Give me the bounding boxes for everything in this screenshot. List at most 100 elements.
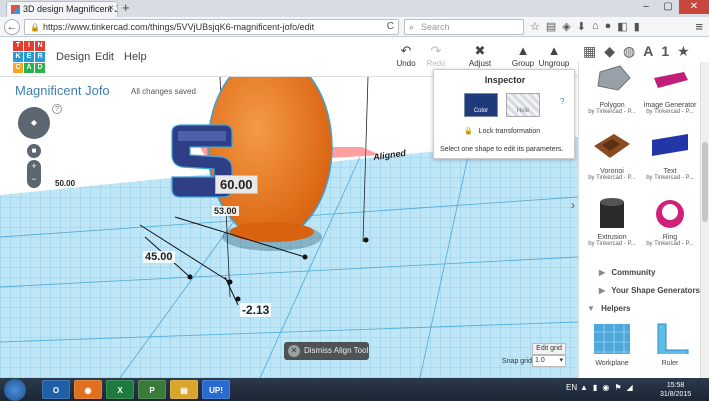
- length-dimension[interactable]: 50.00: [53, 179, 78, 188]
- redo-icon: ↷: [430, 43, 442, 58]
- help-icon[interactable]: ?: [52, 104, 62, 114]
- height-dimension[interactable]: 60.00: [215, 175, 258, 194]
- snap-grid-label: Snap grid: [502, 358, 532, 365]
- inspector-help-icon[interactable]: ?: [560, 97, 564, 106]
- ungroup-button[interactable]: ▲ Ungroup: [536, 43, 572, 68]
- tab-close-icon[interactable]: ×: [108, 3, 114, 14]
- voronoi-thumb-icon: [594, 134, 630, 158]
- taskbar-up[interactable]: UP!: [202, 380, 230, 399]
- clock[interactable]: 15:58 31/8/2015: [660, 381, 691, 399]
- zoom-in-button[interactable]: +: [27, 160, 41, 173]
- menu-design[interactable]: Design: [56, 51, 90, 63]
- collapse-panel-chevron-icon[interactable]: ›: [571, 198, 579, 222]
- ext-icon[interactable]: ◧: [617, 20, 627, 33]
- home-icon[interactable]: ⌂: [592, 20, 599, 33]
- chat-icon[interactable]: ●: [605, 20, 612, 33]
- ext2-icon[interactable]: ▮: [634, 20, 640, 33]
- snap-grid-value: 1.0: [535, 357, 545, 364]
- ungroup-label: Ungroup: [538, 59, 570, 68]
- shape-author: by Tinkercad - P...: [646, 175, 694, 181]
- taskbar-excel[interactable]: X: [106, 380, 134, 399]
- shape-card-text[interactable]: Text by Tinkercad - P...: [640, 130, 700, 181]
- community-label: Community: [611, 268, 656, 277]
- clock-time: 15:58: [666, 382, 685, 389]
- shape-name: Ring: [662, 234, 678, 241]
- back-button[interactable]: ←: [4, 19, 20, 35]
- shape-card-ring[interactable]: Ring by Tinkercad - P...: [640, 196, 700, 247]
- helper-workplane[interactable]: Workplane: [582, 322, 642, 367]
- language-indicator[interactable]: EN: [566, 383, 577, 392]
- design-title[interactable]: Magnificent Jofo: [15, 83, 110, 98]
- windows-taskbar: O ◉ X P ▤ UP! EN ▲ ▮ ◉ ⚑ ◢ 15:58 31/8/20…: [0, 378, 709, 401]
- shape-name: Image Generator: [643, 102, 697, 109]
- tray-network-icon[interactable]: ▮: [593, 383, 597, 392]
- pocket-icon[interactable]: ◈: [562, 20, 570, 33]
- tray-app-icon[interactable]: ◉: [602, 383, 609, 392]
- menu-edit[interactable]: Edit: [95, 51, 114, 63]
- logo-letter: I: [24, 41, 34, 51]
- bookmark-list-icon[interactable]: ▤: [546, 20, 556, 33]
- shape-card-image-generator[interactable]: Image Generator by Tinkercad - P...: [640, 64, 700, 115]
- tray-volume-icon[interactable]: ◢: [626, 383, 632, 392]
- chevron-down-icon: ▼: [587, 304, 595, 313]
- taskbar-explorer[interactable]: ▤: [170, 380, 198, 399]
- snap-grid-select[interactable]: 1.0 ▾: [532, 355, 566, 367]
- shape-card-voronoi[interactable]: Voronoi by Tinkercad - P...: [582, 130, 642, 181]
- width-dimension[interactable]: 53.00: [212, 206, 239, 216]
- view-orbit-control[interactable]: ◆: [18, 107, 50, 139]
- tray-arrow-icon[interactable]: ▲: [580, 383, 588, 392]
- letters-tab[interactable]: A: [643, 43, 653, 60]
- url-bar[interactable]: 🔒 https://www.tinkercad.com/things/5VVjU…: [24, 19, 399, 35]
- grid-shapes-icon[interactable]: ▦: [583, 43, 596, 60]
- color-button[interactable]: Color: [464, 93, 498, 117]
- elevation-dimension[interactable]: -2.13: [240, 303, 272, 317]
- taskbar-project[interactable]: P: [138, 380, 166, 399]
- adjust-button[interactable]: ✖ Adjust: [462, 43, 498, 68]
- undo-label: Undo: [396, 59, 416, 68]
- hole-button[interactable]: Hole: [506, 93, 540, 117]
- browser-tab[interactable]: 3D design Magnificent Jof... ×: [6, 1, 118, 17]
- cube-shapes-icon[interactable]: ◆: [604, 43, 615, 60]
- tray-flag-icon[interactable]: ⚑: [614, 383, 621, 392]
- dismiss-align-tool-button[interactable]: ✕ Dismiss Align Tool: [284, 342, 369, 360]
- scrollbar-thumb[interactable]: [702, 142, 708, 222]
- new-tab-button[interactable]: +: [122, 0, 130, 15]
- start-button[interactable]: [4, 379, 26, 401]
- tab-title: 3D design Magnificent Jof...: [23, 4, 117, 14]
- shapes-scrollbar[interactable]: [700, 62, 709, 378]
- numbers-tab[interactable]: 1: [661, 43, 669, 60]
- redo-button[interactable]: ↷ Redo: [418, 43, 454, 68]
- menu-help[interactable]: Help: [124, 51, 147, 63]
- home-view-icon[interactable]: ■: [27, 144, 41, 158]
- shape-generators-section[interactable]: ▶ Your Shape Generators: [599, 286, 700, 295]
- edit-grid-button[interactable]: Edit grid: [532, 343, 566, 355]
- chevron-right-icon: ▶: [599, 268, 606, 277]
- download-icon[interactable]: ⬇: [577, 20, 586, 33]
- hamburger-menu-icon[interactable]: ≡: [695, 19, 703, 34]
- lock-transformation-toggle[interactable]: 🔒 Lock transformation: [464, 127, 540, 135]
- group-label: Group: [511, 59, 535, 68]
- logo-letter: C: [13, 63, 23, 73]
- close-window-button[interactable]: ✕: [679, 0, 709, 14]
- shape-card-extrusion[interactable]: Extrusion by Tinkercad - P...: [582, 196, 642, 247]
- zoom-out-button[interactable]: −: [27, 173, 41, 186]
- taskbar-firefox[interactable]: ◉: [74, 380, 102, 399]
- taskbar-outlook[interactable]: O: [42, 380, 70, 399]
- helpers-section[interactable]: ▼ Helpers: [587, 304, 631, 313]
- shape-card-polygon[interactable]: Polygon by Tinkercad - P...: [582, 64, 642, 115]
- favorites-star-icon[interactable]: ★: [677, 43, 690, 60]
- logo-letter: N: [35, 41, 45, 51]
- image-generator-thumb-icon: [654, 72, 688, 88]
- star-icon[interactable]: ☆: [530, 20, 540, 33]
- minimize-button[interactable]: –: [635, 0, 657, 14]
- sphere-shapes-icon[interactable]: ◍: [623, 43, 635, 60]
- maximize-button[interactable]: ▢: [657, 0, 679, 14]
- tinkercad-logo[interactable]: T I N K E R C A D: [13, 41, 45, 73]
- logo-letter: T: [13, 41, 23, 51]
- search-input[interactable]: ⌕ Search: [404, 19, 524, 35]
- ungroup-icon: ▲: [547, 43, 561, 58]
- community-section[interactable]: ▶ Community: [599, 268, 655, 277]
- depth-dimension[interactable]: 45.00: [143, 251, 175, 263]
- helper-ruler[interactable]: Ruler: [640, 322, 700, 367]
- reload-icon[interactable]: C: [387, 21, 394, 32]
